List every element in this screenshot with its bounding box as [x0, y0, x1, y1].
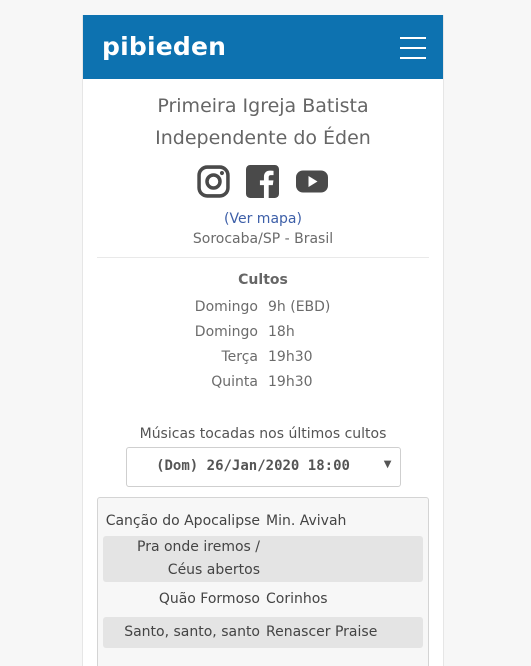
top-navbar: pibieden [83, 15, 443, 79]
song-name: Santo, santo, santo [124, 624, 260, 640]
services-title: Cultos [238, 272, 288, 288]
services-table: Domingo 9h (EBD) Domingo 18h Terça 19h30… [83, 294, 443, 394]
page-card: pibieden Primeira Igreja Batista Indepen… [82, 15, 444, 666]
hamburger-menu-icon[interactable] [400, 37, 426, 59]
service-time: 19h30 [268, 348, 313, 365]
song-name: Quão Formoso [158, 591, 260, 607]
song-name: Pra onde iremos / Céus abertos [137, 539, 260, 578]
song-name: Canção do Apocalipse [105, 512, 260, 529]
divider [97, 257, 429, 258]
song-artist: Renascer Praise [266, 624, 378, 640]
social-links [83, 163, 443, 199]
dropdown-arrow-icon: ▼ [383, 459, 392, 470]
church-location: Sorocaba/SP - Brasil [192, 231, 334, 247]
song-row: Pra onde iremos / Céus abertos [103, 536, 423, 582]
service-day: Quinta [211, 373, 258, 390]
service-time: 19h30 [268, 373, 313, 390]
view-map-link[interactable]: (Ver mapa) [224, 211, 302, 227]
service-day: Domingo [194, 298, 258, 315]
brand-logo[interactable]: pibieden [102, 32, 226, 61]
service-row: Domingo 9h (EBD) [83, 294, 443, 319]
church-name: Primeira Igreja Batista Independente do … [155, 95, 371, 149]
selected-service-date: (Dom) 26/Jan/2020 18:00 [156, 458, 350, 474]
service-row: Terça 19h30 [83, 344, 443, 369]
service-date-select[interactable]: (Dom) 26/Jan/2020 18:00 ▼ [125, 447, 401, 487]
songs-table: Canção do Apocalipse Min. Avivah Pra ond… [97, 497, 429, 666]
song-row: Santo, santo, santo Renascer Praise [103, 617, 423, 648]
service-day: Domingo [194, 323, 258, 340]
song-row: Quão Formoso Corinhos [103, 582, 423, 617]
song-artist: Corinhos [266, 591, 328, 607]
youtube-icon[interactable] [295, 163, 329, 199]
service-time: 18h [268, 323, 295, 340]
service-row: Quinta 19h30 [83, 369, 443, 394]
music-title: Músicas tocadas nos últimos cultos [139, 426, 387, 442]
service-time: 9h (EBD) [268, 298, 331, 315]
service-day: Terça [221, 348, 258, 365]
instagram-icon[interactable] [197, 163, 230, 199]
facebook-icon[interactable] [246, 163, 279, 199]
song-artist: Min. Avivah [266, 512, 347, 529]
map-link-container: (Ver mapa) [83, 211, 443, 227]
service-row: Domingo 18h [83, 319, 443, 344]
song-row: Canção do Apocalipse Min. Avivah [103, 506, 423, 536]
